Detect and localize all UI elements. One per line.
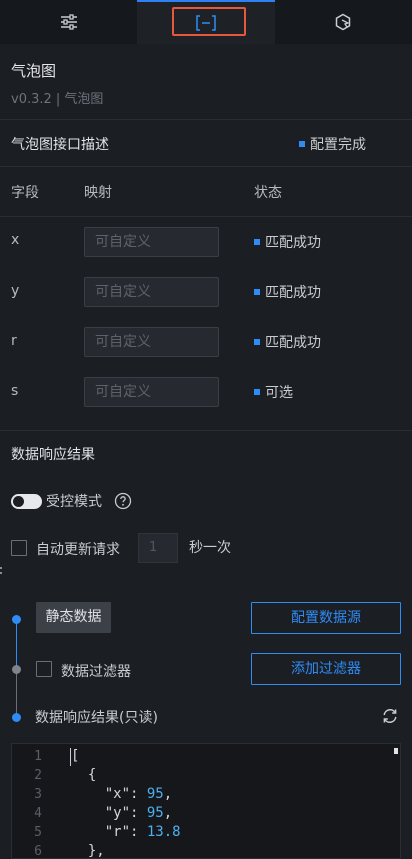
- add-filter-button[interactable]: 添加过滤器: [251, 653, 401, 685]
- code-text: [: [71, 748, 80, 764]
- code-line: "r": 13.8: [71, 824, 181, 840]
- auto-update-label: 自动更新请求: [36, 542, 120, 558]
- column-status: 状态: [254, 185, 282, 201]
- auto-update-interval-input[interactable]: 1: [138, 533, 178, 563]
- code-line: },: [71, 843, 105, 859]
- field-status-x: 匹配成功: [254, 232, 321, 252]
- active-tab-highlight: [172, 7, 246, 36]
- field-status-r: 匹配成功: [254, 332, 321, 352]
- code-key: "r":: [71, 824, 147, 840]
- editor-scrollbar[interactable]: [394, 748, 398, 754]
- component-version: v0.3.2 | 气泡图: [11, 92, 104, 107]
- interaction-icon: [334, 13, 352, 31]
- interface-status: 配置完成: [299, 134, 366, 154]
- code-punct: ,: [163, 805, 173, 821]
- flow-step-dot: [12, 713, 21, 722]
- field-name-y: y: [11, 283, 20, 299]
- field-status-text: 匹配成功: [265, 235, 321, 251]
- code-text: },: [71, 843, 105, 859]
- field-name-x: x: [11, 232, 20, 248]
- flow-connector: [16, 670, 17, 717]
- help-icon[interactable]: [114, 492, 132, 514]
- divider: [0, 119, 412, 120]
- component-title: 气泡图: [11, 62, 57, 80]
- mapping-input-y[interactable]: 可自定义: [84, 277, 219, 307]
- mapping-input-s[interactable]: 可自定义: [84, 377, 219, 407]
- code-line: "x": 95,: [71, 786, 172, 802]
- static-data-chip[interactable]: 静态数据: [36, 602, 111, 633]
- code-line: {: [71, 767, 96, 783]
- data-filter-label: 数据过滤器: [61, 664, 131, 680]
- divider: [0, 216, 412, 217]
- result-code-editor[interactable]: 1 2 3 4 5 6 [ { "x": 95, "y": 95, "r": 1…: [11, 743, 401, 859]
- mapping-input-r[interactable]: 可自定义: [84, 327, 219, 357]
- flow-step-dot: [12, 615, 21, 624]
- result-readonly-label: 数据响应结果(只读): [35, 710, 158, 726]
- code-number: 95: [146, 786, 164, 802]
- panel-tabs: [0, 0, 412, 44]
- line-number: 3: [34, 787, 42, 802]
- code-number: 95: [146, 805, 164, 821]
- code-key: "x":: [71, 786, 147, 802]
- line-number-gutter: 1 2 3 4 5 6: [12, 744, 69, 859]
- code-line: [: [71, 748, 79, 764]
- flow-connector: [16, 620, 17, 667]
- auto-update-checkbox[interactable]: [11, 540, 27, 556]
- status-dot-icon: [254, 339, 260, 345]
- line-number: 2: [34, 768, 42, 783]
- code-text: {: [71, 767, 97, 783]
- interface-title: 气泡图接口描述: [11, 137, 109, 153]
- line-number: 1: [34, 749, 42, 764]
- line-number: 6: [34, 844, 42, 859]
- status-dot-icon: [299, 141, 305, 147]
- tab-interaction[interactable]: [274, 0, 412, 44]
- column-field: 字段: [11, 185, 39, 201]
- field-name-s: s: [11, 383, 19, 399]
- auto-update-unit: 秒一次: [189, 540, 231, 556]
- field-name-r: r: [11, 333, 17, 349]
- data-filter-checkbox[interactable]: [36, 661, 52, 677]
- divider: [0, 166, 412, 167]
- refresh-icon[interactable]: [381, 707, 399, 729]
- line-number: 5: [34, 825, 42, 840]
- sliders-icon: [60, 14, 78, 30]
- field-status-s: 可选: [254, 382, 293, 402]
- field-status-y: 匹配成功: [254, 282, 321, 302]
- status-dot-icon: [254, 289, 260, 295]
- status-dot-icon: [254, 389, 260, 395]
- field-status-text: 可选: [265, 385, 293, 401]
- field-status-text: 匹配成功: [265, 335, 321, 351]
- divider: [0, 430, 412, 431]
- config-datasource-button[interactable]: 配置数据源: [251, 602, 401, 634]
- edge-mark: [0, 567, 2, 579]
- code-key: "y":: [71, 805, 147, 821]
- code-number: 13.8: [146, 824, 181, 840]
- toggle-knob: [13, 496, 24, 507]
- line-number: 4: [34, 806, 42, 821]
- mapping-input-x[interactable]: 可自定义: [84, 227, 219, 257]
- tab-style[interactable]: [0, 0, 138, 44]
- flow-step-dot: [12, 665, 21, 674]
- column-mapping: 映射: [84, 185, 112, 201]
- response-title: 数据响应结果: [11, 447, 95, 463]
- status-dot-icon: [254, 239, 260, 245]
- code-punct: ,: [163, 786, 173, 802]
- code-line: "y": 95,: [71, 805, 172, 821]
- interface-status-text: 配置完成: [310, 137, 366, 153]
- field-status-text: 匹配成功: [265, 285, 321, 301]
- controlled-mode-label: 受控模式: [46, 494, 102, 510]
- controlled-mode-toggle[interactable]: [11, 494, 42, 509]
